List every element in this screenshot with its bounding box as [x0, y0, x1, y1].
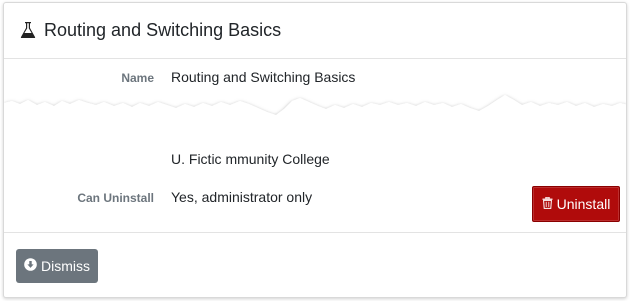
organization-value-partial: U. Fictic mmunity College — [171, 151, 330, 167]
content-details-panel: Routing and Switching Basics Name Routin… — [3, 2, 627, 298]
arrow-circle-down-icon — [24, 258, 41, 274]
page-title: Routing and Switching Basics — [44, 20, 282, 40]
panel-footer: Dismiss — [4, 232, 626, 297]
uninstall-button[interactable]: Uninstall — [532, 186, 620, 222]
dismiss-button[interactable]: Dismiss — [16, 249, 98, 283]
panel-header: Routing and Switching Basics — [4, 3, 626, 59]
name-label: Name — [121, 71, 154, 85]
name-value: Routing and Switching Basics — [171, 69, 356, 85]
trash-icon — [542, 196, 557, 212]
can-uninstall-label: Can Uninstall — [77, 191, 154, 205]
can-uninstall-value: Yes, administrator only — [171, 189, 313, 205]
dismiss-button-label: Dismiss — [41, 258, 90, 274]
flask-icon — [20, 21, 36, 39]
uninstall-button-label: Uninstall — [556, 196, 611, 212]
